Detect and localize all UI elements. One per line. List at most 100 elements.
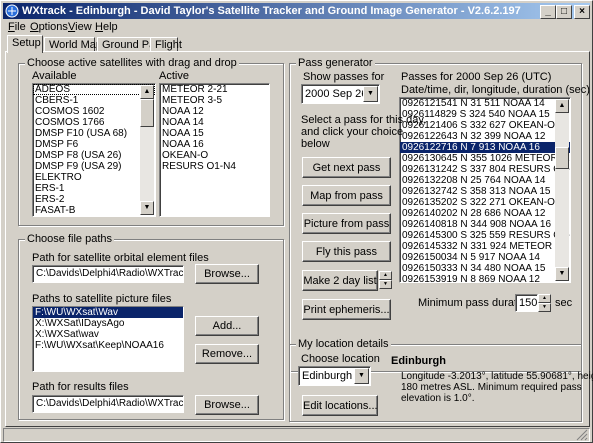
scroll-up-icon[interactable]: ▲ <box>555 99 569 113</box>
satellite-app-icon <box>5 4 19 18</box>
edit-locations-button[interactable]: Edit locations... <box>302 395 378 416</box>
spin-up-icon[interactable]: ▲ <box>379 271 392 280</box>
add-path-button[interactable]: Add... <box>195 316 259 336</box>
list-item[interactable]: OKEAN-O <box>160 150 269 161</box>
list-item[interactable]: NOAA 15 <box>160 128 269 139</box>
list-item[interactable]: 0926140202 N 28 686 NOAA 12 <box>400 208 570 219</box>
scroll-thumb[interactable] <box>140 99 154 127</box>
scroll-up-icon[interactable]: ▲ <box>140 85 154 99</box>
browse-results-button[interactable]: Browse... <box>195 395 259 415</box>
list-item[interactable]: NOAA 16 <box>160 139 269 150</box>
list-item[interactable]: 0926150333 N 34 480 NOAA 15 <box>400 263 570 274</box>
list-item[interactable]: ELEKTRO <box>33 172 155 183</box>
map-from-pass-button[interactable]: Map from pass <box>302 185 391 206</box>
scroll-thumb[interactable] <box>555 147 569 169</box>
min-duration-unit: sec <box>555 297 573 309</box>
available-label: Available <box>32 70 77 82</box>
make-2-day-list-button[interactable]: Make 2 day list <box>302 270 378 291</box>
list-item[interactable]: 0926130645 N 355 1026 METEOR 2-21 <box>400 153 570 164</box>
spin-down-icon[interactable]: ▼ <box>538 303 551 312</box>
list-item[interactable]: NOAA 14 <box>160 117 269 128</box>
location-details-line2: 180 metres ASL. Minimum required pass <box>401 382 582 393</box>
list-item[interactable]: 0926150034 N 5 917 NOAA 14 <box>400 252 570 263</box>
two-day-spinner[interactable]: ▲ ▼ <box>379 271 392 289</box>
list-item[interactable]: 0926153919 N 8 869 NOAA 12 <box>400 274 570 282</box>
list-item[interactable]: X:\WXSat\wav <box>33 329 183 340</box>
list-item[interactable]: 0926121541 N 31 511 NOAA 14 <box>400 98 570 109</box>
chevron-down-icon[interactable]: ▼ <box>354 368 369 384</box>
list-item[interactable]: DMSP F10 (USA 68) <box>33 128 155 139</box>
list-item[interactable]: DMSP F6 <box>33 139 155 150</box>
list-item[interactable]: METEOR 2-21 <box>160 84 269 95</box>
list-item[interactable]: METEOR 3-5 <box>160 95 269 106</box>
list-item[interactable]: COSMOS 1766 <box>33 117 155 128</box>
location-group: My location details Choose location Edin… <box>289 338 593 422</box>
print-ephemeris-button[interactable]: Print ephemeris... <box>302 299 391 320</box>
location-name: Edinburgh <box>391 355 446 367</box>
menu-help[interactable]: Help <box>95 20 118 34</box>
list-item[interactable]: 0926122643 N 32 399 NOAA 12 <box>400 131 570 142</box>
list-item[interactable]: 0926132742 S 358 313 NOAA 15 <box>400 186 570 197</box>
list-item[interactable]: FASAT-B <box>33 205 155 216</box>
file-paths-group-title: Choose file paths <box>25 233 114 246</box>
fly-this-pass-button[interactable]: Fly this pass <box>302 241 391 262</box>
list-item[interactable]: CBERS-1 <box>33 95 155 106</box>
list-item[interactable]: RESURS O1-N4 <box>160 161 269 172</box>
menu-file[interactable]: File <box>8 20 26 34</box>
orbital-path-field[interactable]: C:\Davids\Delphi4\Radio\WXTrack\So <box>32 265 184 283</box>
setup-panel: Choose active satellites with drag and d… <box>5 51 593 427</box>
list-item[interactable]: DMSP F8 (USA 26) <box>33 150 155 161</box>
results-path-field[interactable]: C:\Davids\Delphi4\Radio\WXTrack\Re <box>32 395 184 413</box>
list-item[interactable]: F:\WU\WXsat\Keep\NOAA16 <box>33 340 183 351</box>
satellites-group: Choose active satellites with drag and d… <box>18 57 284 226</box>
tab-ground-path[interactable]: Ground Path <box>97 37 164 52</box>
picture-paths-list[interactable]: F:\WU\WXsat\Wav X:\WXSat\IDaysAgo X:\WXSat… <box>32 306 184 372</box>
active-satellites-list[interactable]: METEOR 2-21 METEOR 3-5 NOAA 12 NOAA 14 NOAA … <box>159 83 270 217</box>
list-item[interactable]: FENGYUN 1B <box>33 216 155 217</box>
close-button[interactable]: × <box>574 5 590 19</box>
browse-orbital-button[interactable]: Browse... <box>195 264 259 284</box>
list-item[interactable]: NOAA 12 <box>160 106 269 117</box>
spin-up-icon[interactable]: ▲ <box>538 294 551 303</box>
list-item[interactable]: 0926122716 N 7 913 NOAA 16 <box>400 142 570 153</box>
list-item[interactable]: DMSP F9 (USA 29) <box>33 161 155 172</box>
tab-world-map[interactable]: World Map <box>44 37 102 52</box>
pass-date-select[interactable]: 2000 Sep 26 ▼ <box>301 84 380 104</box>
remove-path-button[interactable]: Remove... <box>195 344 259 364</box>
tab-flight[interactable]: Flight <box>150 37 182 52</box>
results-path-label: Path for results files <box>32 381 129 393</box>
list-item[interactable]: 0926145332 N 331 924 METEOR 2-21 <box>400 241 570 252</box>
choose-location-label: Choose location <box>301 353 380 365</box>
min-duration-spinner[interactable]: ▲ ▼ <box>538 294 551 312</box>
list-item[interactable]: COSMOS 1602 <box>33 106 155 117</box>
maximize-button[interactable]: □ <box>556 5 572 19</box>
scroll-down-icon[interactable]: ▼ <box>140 201 154 215</box>
get-next-pass-button[interactable]: Get next pass <box>302 157 391 178</box>
list-item[interactable]: F:\WU\WXsat\Wav <box>33 307 183 318</box>
scroll-down-icon[interactable]: ▼ <box>555 267 569 281</box>
available-satellites-list[interactable]: ADEOS CBERS-1 COSMOS 1602 COSMOS 1766 DMSP F… <box>32 83 156 217</box>
list-item[interactable]: 0926145300 S 325 559 RESURS O1-N4 <box>400 230 570 241</box>
chevron-down-icon[interactable]: ▼ <box>363 86 378 102</box>
list-item[interactable]: ERS-1 <box>33 183 155 194</box>
passes-list-scrollbar[interactable]: ▲ ▼ <box>555 99 569 281</box>
list-item[interactable]: 0926140818 N 344 908 NOAA 16 <box>400 219 570 230</box>
menu-options[interactable]: Options <box>30 20 68 34</box>
pass-instructions-line3: below <box>301 138 330 150</box>
resize-grip-icon[interactable] <box>576 429 588 441</box>
list-item[interactable]: 0926131242 S 337 804 RESURS O1-N4 <box>400 164 570 175</box>
list-item[interactable]: 0926132208 N 25 764 NOAA 14 <box>400 175 570 186</box>
tab-setup[interactable]: Setup <box>7 35 43 53</box>
location-select[interactable]: Edinburgh ▼ <box>298 366 371 386</box>
picture-from-pass-button[interactable]: Picture from pass <box>302 213 391 234</box>
minimize-button[interactable]: _ <box>540 5 556 19</box>
list-item[interactable]: 0926135202 S 322 271 OKEAN-O <box>400 197 570 208</box>
available-list-scrollbar[interactable]: ▲ ▼ <box>140 85 154 215</box>
pass-generator-title: Pass generator <box>296 57 375 70</box>
menu-view[interactable]: View <box>68 20 92 34</box>
list-item[interactable]: X:\WXSat\IDaysAgo <box>33 318 183 329</box>
list-item[interactable]: ERS-2 <box>33 194 155 205</box>
spin-down-icon[interactable]: ▼ <box>379 280 392 289</box>
list-item[interactable]: ADEOS <box>33 84 155 95</box>
min-duration-field[interactable]: 150 <box>515 294 538 312</box>
